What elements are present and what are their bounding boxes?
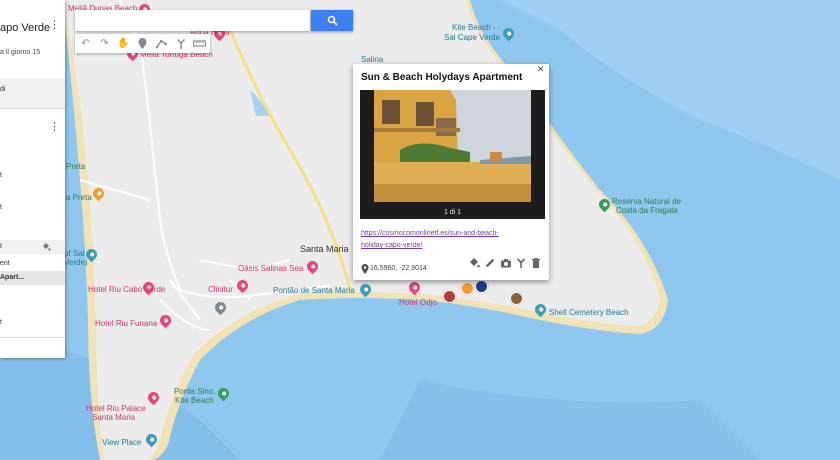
poi-clinitur-label[interactable]: Clinitur [208,285,233,294]
photo-image [374,90,531,219]
directions-icon[interactable] [173,36,188,51]
link-line-1[interactable]: https://cosmocomonlinetf.es/sun-and-beac… [361,228,541,240]
poi-riu-cabo-verde-label[interactable]: Hotel Riu Cabo Verde [88,285,165,294]
search-input[interactable] [75,10,310,31]
search-bar[interactable] [75,10,310,31]
poi-reserva-label[interactable]: Reserva Natural de [612,197,681,206]
poi-riu-palace-label-2: Santa Maria [92,413,136,422]
directions-icon[interactable] [515,257,527,269]
poi-hotel-odjo-label[interactable]: Hotel Odjo [399,298,437,307]
popup-link[interactable]: https://cosmocomonlinetf.es/sun-and-beac… [361,228,541,252]
photo-counter: 1 di 1 [443,209,462,216]
place-preta-label-2: a Preta [66,193,92,202]
popup-coordinates: 16.5960, -22.9014 [370,265,427,272]
place-preta-label: Preta [66,162,86,171]
custom-marker[interactable] [461,282,474,295]
more-options-icon[interactable]: ⋮ [49,20,60,31]
poi-view-place-label[interactable]: View Place [102,438,141,447]
add-marker-icon[interactable] [135,36,150,51]
camera-icon[interactable] [500,257,512,269]
place-of-sal-label: of Sal [64,249,85,258]
custom-marker[interactable] [443,290,456,303]
ruler-icon[interactable] [192,36,207,51]
sidebar-item[interactable]: t [0,243,2,250]
poi-shell-cemetery-label[interactable]: Shell Cemetery Beach [549,308,629,317]
map-subtitle: a il giorno 15 [0,49,41,56]
hand-icon[interactable]: ✋ [116,36,131,51]
popup-title: Sun & Beach Holydays Apartment [361,72,523,83]
search-button[interactable] [311,10,353,31]
custom-marker[interactable] [475,280,488,293]
place-info-popup: ✕ Sun & Beach Holydays Apartment 1 di 1 … [353,64,549,280]
close-icon[interactable]: ✕ [537,64,545,75]
sidebar-item[interactable]: di [0,86,5,93]
draw-line-icon[interactable] [154,36,169,51]
poi-pontao-label[interactable]: Pontão de Santa Maria [273,286,355,295]
divider [0,337,65,338]
poi-ponta-sino-label-2: Kite Beach [175,396,214,405]
redo-icon[interactable]: ↷ [97,36,112,51]
poi-riu-palace-label[interactable]: Hotel Riu Palace [86,404,146,413]
sidebar-item-selected[interactable]: Apart... [0,274,24,281]
sidebar-item[interactable]: t [0,172,2,179]
location-pin-icon [361,264,369,274]
map-title[interactable]: apo Verde [0,22,50,34]
layers-sidebar: apo Verde ⋮ a il giorno 15 di ⋮ t t t en… [0,0,65,358]
layer-options-icon[interactable]: ⋮ [49,122,60,133]
map-toolbar: ↶ ↷ ✋ [75,34,210,53]
paint-bucket-icon[interactable] [41,242,51,252]
poi-oasis-label[interactable]: Oásis Salinas Sea [238,264,303,273]
place-verde-label: Verde) [64,258,88,267]
undo-icon[interactable]: ↶ [78,36,93,51]
poi-salinas-label[interactable]: Salina [361,55,383,64]
place-photo[interactable]: 1 di 1 [360,90,545,219]
poi-ponta-sino-label[interactable]: Ponta Sino, [174,387,215,396]
paint-bucket-icon[interactable] [468,257,480,269]
poi-kite-beach-label-2: Sal Cape Verde [444,33,501,42]
search-icon [327,15,338,26]
toolbar-row [0,78,65,108]
town-santa-maria-label: Santa Maria [300,244,349,254]
edit-icon[interactable] [484,257,496,269]
poi-reserva-label-2: Costa da Fragata [616,206,678,215]
sidebar-item[interactable]: t [0,319,2,326]
poi-riu-funana-label[interactable]: Hotel Riu Funana [95,319,157,328]
link-line-2[interactable]: holiday-capo-verde/ [361,240,541,252]
selected-row-bg [0,240,65,254]
sidebar-item[interactable]: t [0,204,2,211]
custom-marker[interactable] [510,292,523,305]
poi-kite-beach-label[interactable]: Kite Beach - [452,23,496,32]
sidebar-item[interactable]: ent [0,260,10,267]
delete-icon[interactable] [530,257,542,269]
divider [0,108,65,109]
